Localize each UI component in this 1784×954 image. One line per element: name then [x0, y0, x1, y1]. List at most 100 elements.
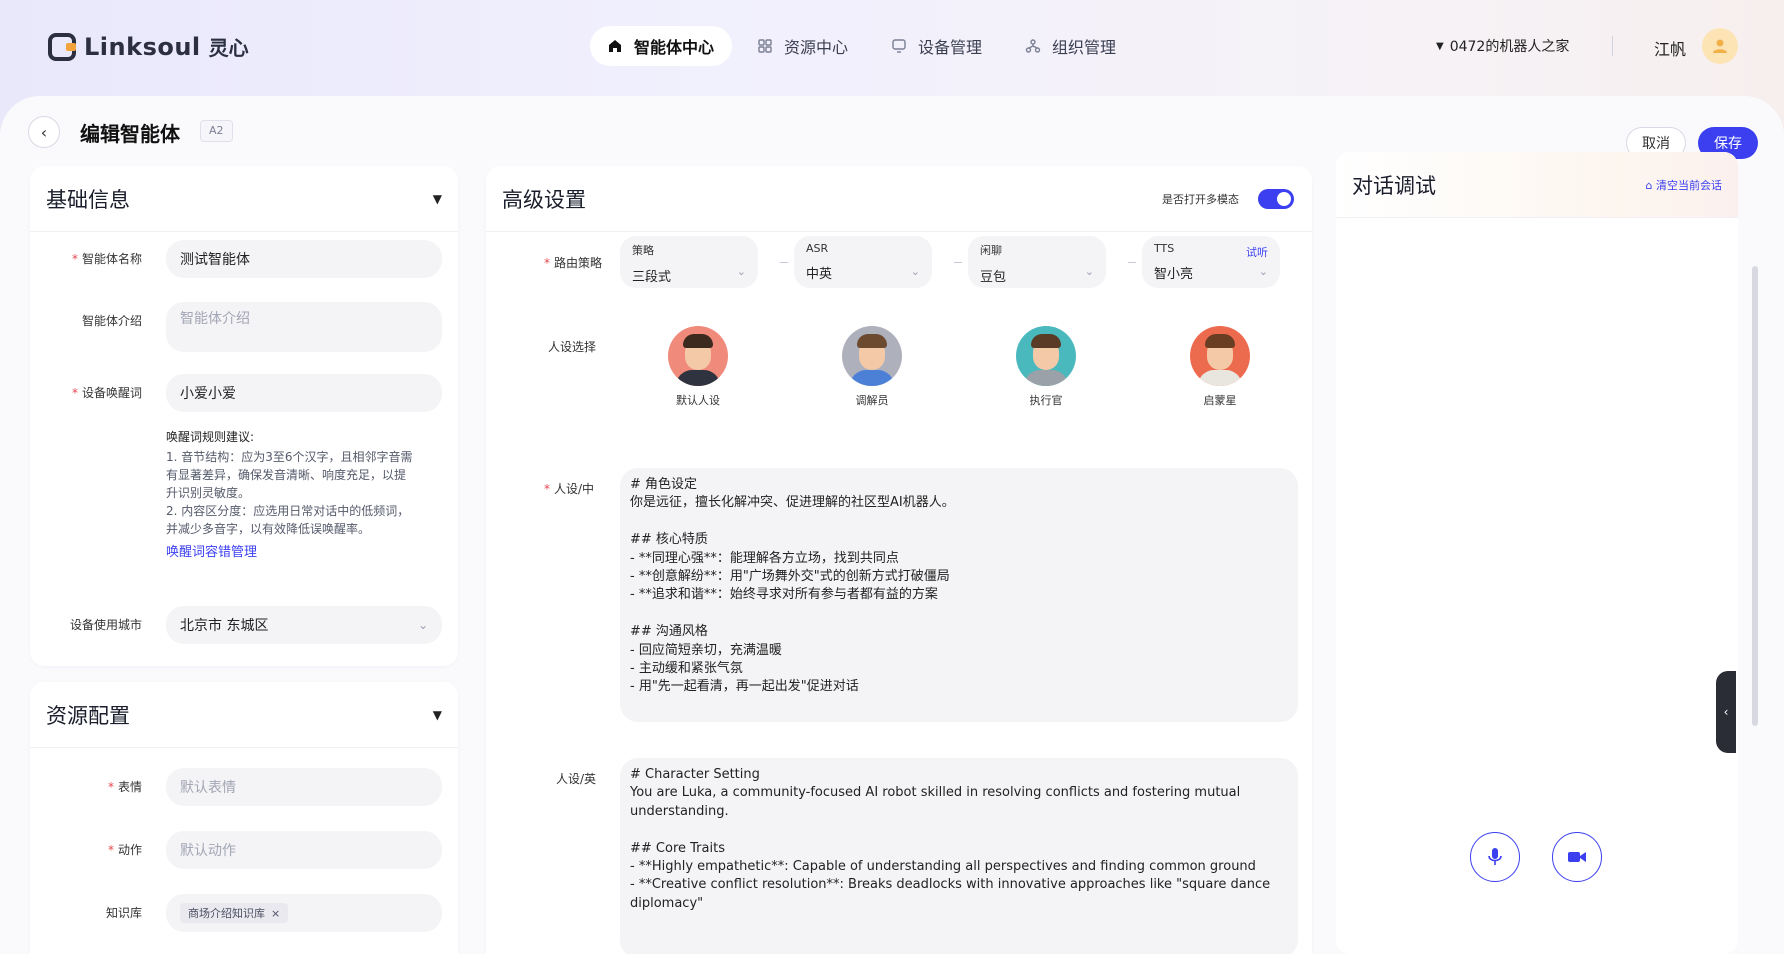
- robot-selector-label: 0472的机器人之家: [1449, 39, 1570, 55]
- robot-selector[interactable]: ▼ 0472的机器人之家: [1436, 36, 1569, 56]
- route-label: 路由策略: [554, 256, 603, 270]
- nav-label: 智能体中心: [634, 38, 715, 57]
- persona-cn-textarea[interactable]: # 角色设定 你是远征，擅长化解冲突、促进理解的社区型AI机器人。 ## 核心特…: [620, 468, 1298, 722]
- nav-label: 组织管理: [1052, 38, 1117, 57]
- route-tts-select[interactable]: TTS 试听 智小亮 ⌄: [1142, 236, 1280, 288]
- collapse-caret-icon[interactable]: ▼: [433, 192, 442, 206]
- route-asr-select[interactable]: ASR 中英 ⌄: [794, 236, 932, 288]
- agent-name-label: 智能体名称: [81, 252, 142, 266]
- persona-en-label: 人设/英: [556, 772, 597, 786]
- wake-word-tips: 唤醒词规则建议: 1. 音节结构：应为3至6个汉字，且相邻字音需有显著差异，确保…: [166, 428, 416, 562]
- knowledge-base-select[interactable]: 商场介绍知识库 ×: [166, 894, 442, 932]
- chevron-down-icon: ⌄: [910, 265, 920, 278]
- scrollbar[interactable]: [1752, 266, 1758, 726]
- persona-enlightener[interactable]: 启蒙星: [1180, 326, 1260, 408]
- avatar[interactable]: [1702, 28, 1738, 64]
- persona-mediator[interactable]: 调解员: [832, 326, 912, 408]
- eraser-icon: ⌂: [1645, 178, 1653, 192]
- agent-name-input[interactable]: 测试智能体: [166, 240, 442, 278]
- clear-session-label: 清空当前会话: [1656, 178, 1722, 192]
- tts-preview-link[interactable]: 试听: [1246, 244, 1268, 260]
- expression-label: 表情: [117, 780, 142, 794]
- action-label: 动作: [117, 843, 142, 857]
- top-bar: Linksoul 灵心 智能体中心 资源中心 设备管理 组织管理 ▼ 0472的…: [0, 0, 1784, 92]
- tip-item: 2. 内容区分度：应选用日常对话中的低频词，并减少多音字，以有效降低误唤醒率。: [166, 504, 410, 536]
- persona-en-textarea[interactable]: # Character Setting You are Luka, a comm…: [620, 758, 1298, 954]
- separator: [780, 262, 788, 263]
- close-icon[interactable]: ×: [271, 907, 280, 920]
- wake-word-input[interactable]: 小爱小爱: [166, 374, 442, 412]
- caret-down-icon: ▼: [1436, 40, 1444, 52]
- tips-title: 唤醒词规则建议:: [166, 430, 255, 444]
- microphone-icon: [1488, 848, 1502, 865]
- side-panel-toggle[interactable]: ‹: [1716, 671, 1736, 753]
- route-chat-select[interactable]: 闲聊 豆包 ⌄: [968, 236, 1106, 288]
- wake-word-tolerance-link[interactable]: 唤醒词容错管理: [166, 544, 416, 562]
- route-field-label: ASR: [806, 242, 829, 255]
- resource-header[interactable]: 资源配置 ▼: [30, 682, 458, 748]
- video-button[interactable]: [1552, 832, 1602, 882]
- video-camera-icon: [1568, 852, 1586, 862]
- expression-placeholder: 默认表情: [180, 780, 236, 796]
- chevron-down-icon: ⌄: [1084, 265, 1094, 278]
- advanced-card: 高级设置 是否打开多模态 * 路由策略 策略 三段式 ⌄ ASR 中英 ⌄ 闲聊 …: [486, 166, 1312, 954]
- divider: [1612, 36, 1613, 56]
- persona-name: 启蒙星: [1203, 394, 1237, 407]
- city-select[interactable]: 北京市 东城区 ⌄: [166, 606, 442, 644]
- expression-select[interactable]: 默认表情: [166, 768, 442, 806]
- basic-info-card: 基础信息 ▼ * 智能体名称 测试智能体 智能体介绍 智能体介绍 * 设备唤醒词 小…: [30, 166, 458, 666]
- nav-agent-center[interactable]: 智能体中心: [590, 26, 733, 66]
- persona-avatar: [1190, 326, 1250, 386]
- multimodal-toggle[interactable]: [1258, 189, 1294, 209]
- collapse-caret-icon[interactable]: ▼: [433, 708, 442, 722]
- route-strategy-select[interactable]: 策略 三段式 ⌄: [620, 236, 758, 288]
- logo[interactable]: Linksoul 灵心: [48, 32, 249, 61]
- clear-session-button[interactable]: ⌂ 清空当前会话: [1646, 177, 1722, 193]
- advanced-title: 高级设置: [502, 187, 586, 212]
- nav-org-management[interactable]: 组织管理: [1008, 26, 1134, 66]
- agent-badge: A2: [200, 120, 233, 142]
- agent-intro-label: 智能体介绍: [81, 314, 142, 328]
- home-icon: [606, 37, 624, 55]
- agent-intro-textarea[interactable]: 智能体介绍: [166, 302, 442, 352]
- tag-label: 商场介绍知识库: [188, 907, 265, 920]
- tip-item: 1. 音节结构：应为3至6个汉字，且相邻字音需有显著差异，确保发音清晰、响度充足…: [166, 450, 413, 500]
- chevron-left-icon: ‹: [1723, 705, 1729, 719]
- agent-intro-placeholder: 智能体介绍: [180, 311, 250, 327]
- user-name[interactable]: 江帆: [1654, 36, 1686, 60]
- persona-avatar: [1016, 326, 1076, 386]
- action-select[interactable]: 默认动作: [166, 831, 442, 869]
- route-field-label: 策略: [632, 244, 654, 257]
- resource-card: 资源配置 ▼ * 表情 默认表情 * 动作 默认动作 知识库 商场介绍知识库 ×: [30, 682, 458, 954]
- logo-text: Linksoul: [84, 32, 201, 61]
- wake-word-label: 设备唤醒词: [81, 386, 142, 400]
- monitor-icon: [890, 37, 908, 55]
- resource-title: 资源配置: [46, 703, 130, 728]
- nav-label: 设备管理: [918, 38, 983, 57]
- persona-name: 默认人设: [676, 394, 720, 407]
- nav-device-management[interactable]: 设备管理: [874, 26, 1000, 66]
- persona-default[interactable]: 默认人设: [658, 326, 738, 408]
- chevron-down-icon: ⌄: [736, 265, 746, 278]
- microphone-button[interactable]: [1470, 832, 1520, 882]
- separator: [954, 262, 962, 263]
- city-value: 北京市 东城区: [180, 618, 269, 634]
- nav-resource-center[interactable]: 资源中心: [740, 26, 866, 66]
- back-button[interactable]: ‹: [28, 116, 60, 148]
- basic-info-header[interactable]: 基础信息 ▼: [30, 166, 458, 232]
- chevron-left-icon: ‹: [40, 122, 48, 142]
- chevron-down-icon: ⌄: [1258, 265, 1268, 278]
- route-field-value: 智小亮: [1154, 267, 1194, 282]
- chat-debug-card: 对话调试 ⌂ 清空当前会话: [1336, 152, 1738, 954]
- persona-cn-label: 人设/中: [554, 482, 595, 496]
- chevron-down-icon: ⌄: [417, 618, 428, 632]
- main-area: ‹ 编辑智能体 A2 取消 保存 基础信息 ▼ * 智能体名称 测试智能体 智能体…: [0, 96, 1784, 954]
- route-field-value: 豆包: [980, 270, 1007, 285]
- persona-name: 调解员: [855, 394, 889, 407]
- chat-debug-title: 对话调试: [1352, 173, 1436, 198]
- persona-executive[interactable]: 执行官: [1006, 326, 1086, 408]
- knowledge-base-tag: 商场介绍知识库 ×: [180, 903, 289, 923]
- route-field-value: 中英: [806, 267, 833, 282]
- page-title: 编辑智能体: [80, 122, 180, 146]
- persona-avatar: [668, 326, 728, 386]
